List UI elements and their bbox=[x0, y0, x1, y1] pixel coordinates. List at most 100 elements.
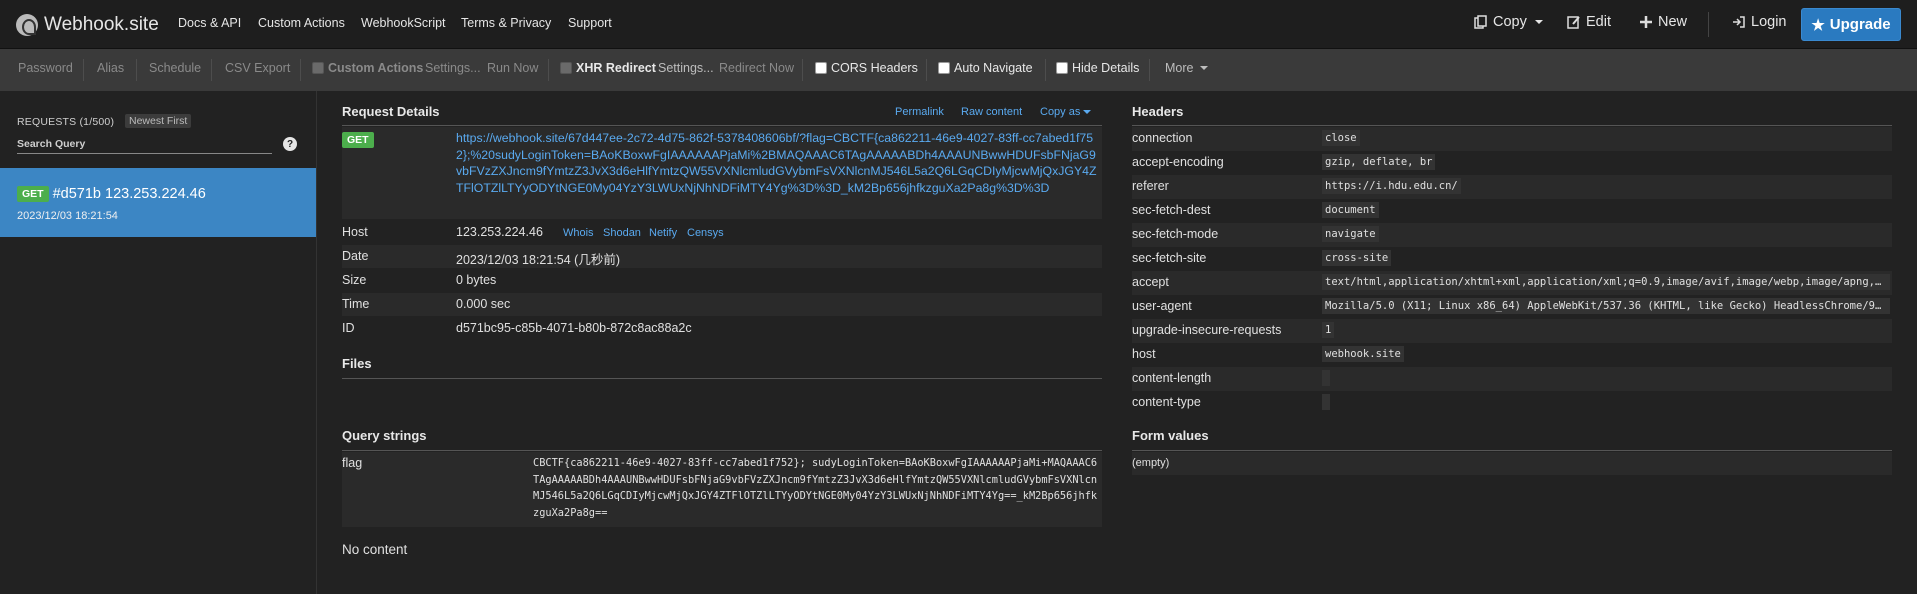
sort-order-toggle[interactable]: Newest First bbox=[125, 114, 192, 128]
files-title: Files bbox=[342, 356, 372, 371]
divider bbox=[1132, 450, 1892, 451]
header-row: sec-fetch-dest document bbox=[1132, 199, 1892, 223]
host-value: 123.253.224.46 bbox=[456, 225, 543, 239]
form-values-title: Form values bbox=[1132, 428, 1209, 443]
whois-link[interactable]: Whois bbox=[563, 227, 594, 239]
header-row: referer https://i.hdu.edu.cn/ bbox=[1132, 175, 1892, 199]
xhr-redirect-label: XHR Redirect bbox=[576, 61, 656, 75]
brand-name: Webhook.site bbox=[44, 14, 159, 35]
hide-details-label: Hide Details bbox=[1072, 61, 1140, 75]
raw-content-link[interactable]: Raw content bbox=[961, 106, 1022, 118]
login-icon bbox=[1733, 16, 1745, 28]
divider bbox=[1132, 125, 1892, 126]
header-value: 1 bbox=[1322, 322, 1335, 338]
custom-actions-toggle[interactable]: Custom Actions bbox=[312, 61, 423, 75]
csv-export-button[interactable]: CSV Export bbox=[225, 61, 290, 75]
redirect-now-button[interactable]: Redirect Now bbox=[719, 61, 794, 75]
top-navbar: Webhook.site Docs & API Custom Actions W… bbox=[0, 0, 1917, 49]
header-row: host webhook.site bbox=[1132, 343, 1892, 367]
new-button[interactable]: New bbox=[1639, 14, 1687, 30]
toolbar-divider bbox=[1149, 59, 1150, 81]
body-no-content: No content bbox=[342, 542, 408, 557]
header-key: upgrade-insecure-requests bbox=[1132, 323, 1282, 337]
password-button[interactable]: Password bbox=[18, 61, 73, 75]
header-row: upgrade-insecure-requests 1 bbox=[1132, 319, 1892, 343]
custom-actions-settings-button[interactable]: Settings... bbox=[425, 61, 481, 75]
detail-row-id: ID d571bc95-c85b-4071-b80b-872c8ac88a2c bbox=[342, 317, 1102, 340]
header-key: host bbox=[1132, 347, 1156, 361]
edit-label: Edit bbox=[1586, 14, 1611, 30]
login-button[interactable]: Login bbox=[1732, 14, 1786, 30]
more-label: More bbox=[1165, 61, 1194, 75]
auto-navigate-toggle[interactable]: Auto Navigate bbox=[938, 61, 1033, 75]
request-list-item[interactable]: GET #d571b 123.253.224.46 2023/12/03 18:… bbox=[0, 168, 316, 237]
xhr-settings-button[interactable]: Settings... bbox=[658, 61, 714, 75]
toolbar-divider bbox=[1045, 59, 1046, 81]
id-key: ID bbox=[342, 321, 355, 335]
chevron-down-icon bbox=[1534, 20, 1543, 24]
auto-navigate-checkbox[interactable] bbox=[938, 62, 950, 74]
divider bbox=[342, 125, 1102, 126]
nav-terms-privacy[interactable]: Terms & Privacy bbox=[461, 16, 551, 30]
nav-divider bbox=[1708, 12, 1709, 37]
nav-webhookscript[interactable]: WebhookScript bbox=[361, 16, 446, 30]
toolbar-divider bbox=[548, 59, 549, 81]
request-url-link[interactable]: https://webhook.site/67d447ee-2c72-4d75-… bbox=[456, 130, 1101, 196]
more-dropdown[interactable]: More bbox=[1165, 61, 1209, 75]
header-value: cross-site bbox=[1322, 250, 1392, 266]
edit-icon bbox=[1567, 16, 1580, 29]
header-value: gzip, deflate, br bbox=[1322, 154, 1436, 170]
nav-support[interactable]: Support bbox=[568, 16, 612, 30]
cors-headers-toggle[interactable]: CORS Headers bbox=[815, 61, 918, 75]
form-values-empty: (empty) bbox=[1132, 457, 1170, 469]
shodan-link[interactable]: Shodan bbox=[603, 227, 641, 239]
detail-row-size: Size 0 bytes bbox=[342, 269, 1102, 292]
censys-link[interactable]: Censys bbox=[687, 227, 724, 239]
header-key: content-length bbox=[1132, 371, 1212, 385]
header-value bbox=[1322, 394, 1330, 410]
nav-docs-api[interactable]: Docs & API bbox=[178, 16, 241, 30]
help-icon[interactable]: ? bbox=[283, 137, 297, 151]
size-value: 0 bytes bbox=[456, 273, 497, 287]
hide-details-checkbox[interactable] bbox=[1056, 62, 1068, 74]
xhr-redirect-checkbox[interactable] bbox=[560, 62, 572, 74]
copy-icon bbox=[1474, 15, 1487, 29]
nav-custom-actions[interactable]: Custom Actions bbox=[258, 16, 345, 30]
header-value: document bbox=[1322, 202, 1379, 218]
action-toolbar: Password Alias Schedule CSV Export Custo… bbox=[0, 49, 1917, 91]
copy-label: Copy bbox=[1493, 14, 1527, 30]
header-value: close bbox=[1322, 130, 1360, 146]
auto-navigate-label: Auto Navigate bbox=[954, 61, 1033, 75]
cors-headers-checkbox[interactable] bbox=[815, 62, 827, 74]
header-row: accept text/html,application/xhtml+xml,ap… bbox=[1132, 271, 1892, 295]
host-key: Host bbox=[342, 225, 368, 239]
custom-actions-checkbox[interactable] bbox=[312, 62, 324, 74]
netify-link[interactable]: Netify bbox=[649, 227, 677, 239]
header-key: accept bbox=[1132, 275, 1169, 289]
header-row: user-agent Mozilla/5.0 (X11; Linux x86_64… bbox=[1132, 295, 1892, 319]
brand[interactable]: Webhook.site bbox=[16, 13, 159, 37]
toolbar-divider bbox=[211, 59, 212, 81]
xhr-redirect-toggle[interactable]: XHR Redirect bbox=[560, 61, 656, 75]
plus-icon bbox=[1640, 16, 1652, 28]
header-value: https://i.hdu.edu.cn/ bbox=[1322, 178, 1461, 194]
id-value: d571bc95-c85b-4071-b80b-872c8ac88a2c bbox=[456, 321, 692, 335]
alias-button[interactable]: Alias bbox=[97, 61, 124, 75]
upgrade-button[interactable]: ★ Upgrade bbox=[1801, 8, 1901, 41]
webhook-logo-icon bbox=[16, 14, 38, 36]
search-query-input[interactable] bbox=[17, 135, 272, 154]
run-now-button[interactable]: Run Now bbox=[487, 61, 538, 75]
detail-row-time: Time 0.000 sec bbox=[342, 293, 1102, 316]
schedule-button[interactable]: Schedule bbox=[149, 61, 201, 75]
copy-as-dropdown[interactable]: Copy as bbox=[1040, 106, 1092, 118]
edit-button[interactable]: Edit bbox=[1567, 14, 1611, 30]
toolbar-divider bbox=[300, 59, 301, 81]
upgrade-label: Upgrade bbox=[1829, 16, 1891, 33]
permalink-link[interactable]: Permalink bbox=[895, 106, 944, 118]
header-key: accept-encoding bbox=[1132, 155, 1224, 169]
header-row: connection close bbox=[1132, 127, 1892, 151]
copy-button[interactable]: Copy bbox=[1474, 14, 1543, 30]
date-value: 2023/12/03 18:21:54 (几秒前) bbox=[456, 253, 620, 267]
hide-details-toggle[interactable]: Hide Details bbox=[1056, 61, 1139, 75]
requests-sidebar: REQUESTS (1/500) Newest First ? GET #d57… bbox=[0, 91, 317, 594]
